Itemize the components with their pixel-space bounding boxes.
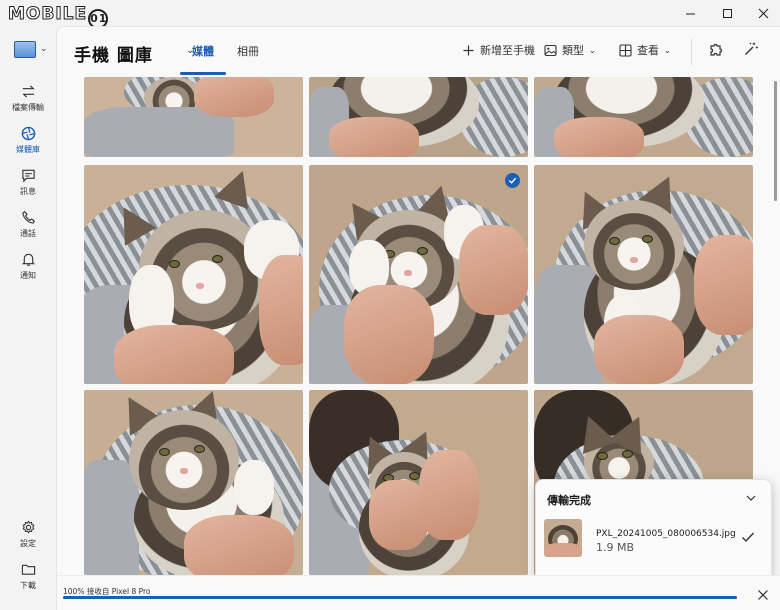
media-library-icon <box>21 126 35 141</box>
gallery-scrollbar[interactable] <box>774 81 777 201</box>
plus-icon <box>463 45 474 55</box>
rail-item-messages[interactable]: 訊息 <box>0 168 56 197</box>
message-icon <box>21 169 35 183</box>
add-to-phone-button[interactable]: 新增至手機 <box>462 42 535 58</box>
chevron-down-icon[interactable] <box>745 492 757 504</box>
main-panel: 手機 圖庫 ⌄ 媒體 相冊 新增至手機 類型 ⌄ 查看 ⌄ 傳輸完成 PXL_2… <box>56 26 780 610</box>
title-bar: MOBILE 01 <box>0 0 780 29</box>
transfer-progress-bar <box>63 596 737 599</box>
toast-title: 傳輸完成 <box>547 494 591 507</box>
view-options-button[interactable]: 查看 ⌄ <box>619 42 671 58</box>
close-icon <box>758 8 768 18</box>
rail-item-file-transfer[interactable]: 檔案傳輸 <box>0 84 56 113</box>
rail-item-label: 檔案傳輸 <box>12 103 44 112</box>
tab-media[interactable]: 媒體 <box>192 43 214 59</box>
rail-item-label: 通話 <box>20 229 36 238</box>
minimize-icon <box>685 13 695 14</box>
device-selector[interactable]: ⌄ <box>14 38 52 60</box>
rail-item-calls[interactable]: 通話 <box>0 210 56 239</box>
gear-icon <box>22 520 34 534</box>
navigation-rail: ⌄ 檔案傳輸 媒體庫 訊息 通話 通知 設定 下載 <box>0 26 56 610</box>
photo-tile[interactable] <box>84 390 303 575</box>
chevron-down-icon: ⌄ <box>664 45 671 55</box>
puzzle-icon <box>710 43 723 56</box>
chevron-down-icon: ⌄ <box>40 44 48 54</box>
header-divider <box>691 39 692 65</box>
maximize-icon <box>722 8 732 18</box>
photo-tile[interactable] <box>534 77 753 157</box>
magic-wand-button[interactable] <box>743 41 761 59</box>
photo-tile[interactable] <box>534 165 753 384</box>
rail-item-label: 訊息 <box>20 187 36 196</box>
transfer-icon <box>21 85 35 98</box>
transferred-file-name: PXL_20241005_080006534.jpg <box>596 529 736 539</box>
minimize-button[interactable] <box>672 0 708 26</box>
transfer-progress-fill <box>63 596 737 599</box>
type-filter-label: 類型 <box>562 44 584 57</box>
chevron-down-icon: ⌄ <box>589 45 596 55</box>
rail-item-notifications[interactable]: 通知 <box>0 252 56 281</box>
photo-tile[interactable] <box>309 77 528 157</box>
bell-icon <box>21 253 35 266</box>
folder-icon <box>21 564 35 575</box>
grid-view-icon <box>619 43 632 57</box>
transfer-status-bar: 100% 接收自 Pixel 8 Pro <box>57 575 780 610</box>
rail-item-label: 下載 <box>20 581 36 590</box>
transfer-complete-toast: 傳輸完成 PXL_20241005_080006534.jpg 1.9 MB <box>535 479 772 587</box>
magic-wand-icon <box>745 42 758 55</box>
active-tab-indicator <box>180 72 226 75</box>
selected-check-badge[interactable] <box>505 173 520 188</box>
checkmark-icon <box>742 532 755 543</box>
rail-item-label: 通知 <box>20 271 36 280</box>
phone-icon <box>21 210 35 224</box>
add-to-phone-label: 新增至手機 <box>480 44 535 57</box>
photo-tile[interactable] <box>84 77 303 157</box>
transferred-photo-thumbnail[interactable] <box>544 519 582 557</box>
rail-item-downloads[interactable]: 下載 <box>0 562 56 591</box>
close-window-button[interactable] <box>745 0 780 26</box>
maximize-button[interactable] <box>709 0 745 26</box>
tab-albums[interactable]: 相冊 <box>237 43 259 59</box>
image-icon <box>544 44 557 56</box>
rail-item-media-library[interactable]: 媒體庫 <box>0 126 56 155</box>
checkmark-icon <box>508 177 517 184</box>
rail-item-label: 設定 <box>20 539 36 548</box>
gallery-header: 手機 圖庫 ⌄ 媒體 相冊 新增至手機 類型 ⌄ 查看 ⌄ <box>57 27 780 77</box>
transferred-file-size: 1.9 MB <box>596 541 635 554</box>
photo-tile-selected[interactable] <box>309 165 528 384</box>
phone-device-icon <box>14 40 36 58</box>
extensions-button[interactable] <box>708 41 726 59</box>
photo-tile[interactable] <box>84 165 303 384</box>
page-title[interactable]: 手機 圖庫 <box>74 41 153 66</box>
view-options-label: 查看 <box>637 44 659 57</box>
photo-tile[interactable] <box>309 390 528 575</box>
type-filter-button[interactable]: 類型 ⌄ <box>544 42 596 58</box>
close-icon[interactable] <box>757 589 769 601</box>
rail-item-label: 媒體庫 <box>16 145 40 154</box>
rail-item-settings[interactable]: 設定 <box>0 520 56 549</box>
